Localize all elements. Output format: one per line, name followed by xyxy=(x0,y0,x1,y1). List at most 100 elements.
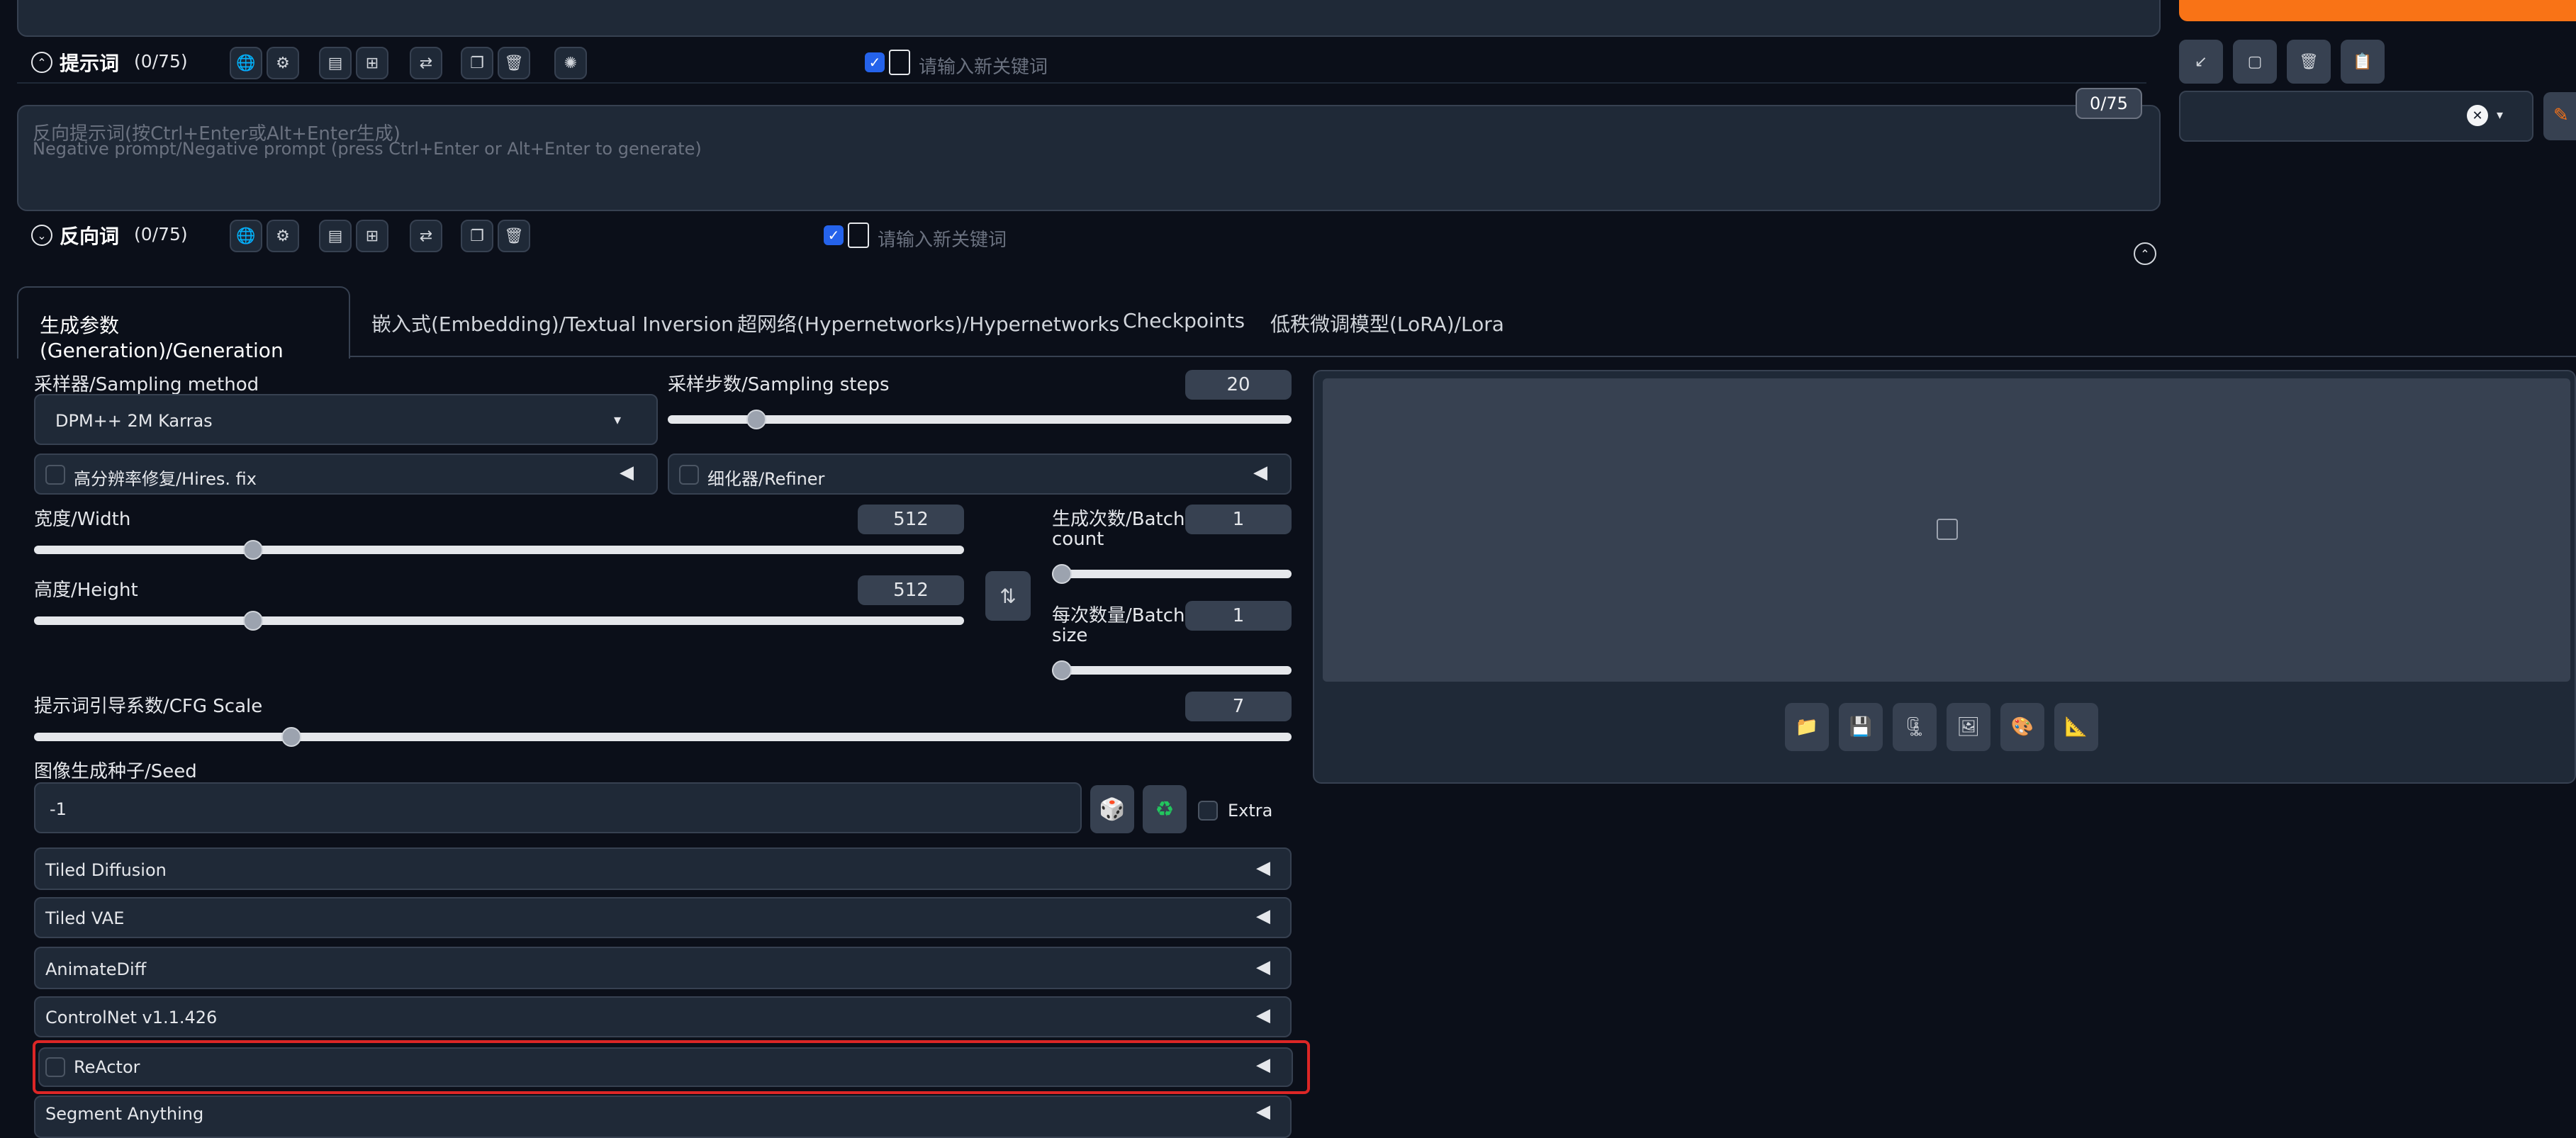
width-slider[interactable] xyxy=(34,540,964,560)
keyword-toggle-checkbox[interactable]: ✓ xyxy=(865,52,885,72)
bookmark-icon[interactable]: ⊞ xyxy=(356,47,388,79)
batch-size-slider[interactable] xyxy=(1052,660,1292,680)
square-icon[interactable]: ▢ xyxy=(2233,40,2277,84)
accordion-label: Tiled VAE xyxy=(45,908,125,928)
prompt-collapse[interactable]: ⌃ 提示词 xyxy=(31,48,119,77)
steps-input[interactable]: 20 xyxy=(1185,370,1292,400)
negative-keyword-toggle-checkbox[interactable]: ✓ xyxy=(824,225,844,245)
translate-icon[interactable]: ⇄ xyxy=(410,220,442,252)
batch-count-value: 1 xyxy=(1232,509,1245,530)
notebook-icon[interactable] xyxy=(848,222,869,248)
height-slider[interactable] xyxy=(34,611,964,631)
batch-size-label-line2: size xyxy=(1052,625,1088,646)
notebook-icon[interactable] xyxy=(889,50,910,75)
accordion-tiled-diffusion[interactable]: Tiled Diffusion ◀ xyxy=(34,847,1292,890)
openai-icon[interactable]: ✺ xyxy=(554,47,587,79)
batch-count-slider[interactable] xyxy=(1052,564,1292,584)
folder-icon[interactable]: 📁 xyxy=(1785,703,1829,751)
trash-icon[interactable]: 🗑 xyxy=(498,47,530,79)
arrow-down-left-icon[interactable]: ↙ xyxy=(2179,40,2223,84)
swap-dimensions-button[interactable]: ⇅ xyxy=(985,571,1031,621)
prompt-keyword-input[interactable]: 请输入新关键词 xyxy=(919,52,1048,79)
chevron-up-icon[interactable]: ⌃ xyxy=(2134,242,2156,265)
width-slider-thumb[interactable] xyxy=(243,540,264,560)
batch-count-slider-thumb[interactable] xyxy=(1052,564,1072,584)
negative-token-counter: 0/75 xyxy=(2076,88,2142,119)
prompt-textarea[interactable] xyxy=(17,0,2161,37)
caret-down-icon: ▾ xyxy=(614,411,622,428)
clear-icon[interactable]: ✕ xyxy=(2467,105,2488,126)
tab-hypernetworks[interactable]: 超网络(Hypernetworks)/Hypernetworks xyxy=(737,309,1119,337)
copy-icon[interactable]: ❐ xyxy=(461,220,493,252)
sampler-label: 采样器/Sampling method xyxy=(34,374,259,395)
height-input[interactable]: 512 xyxy=(858,575,964,605)
accordion-animatediff[interactable]: AnimateDiff ◀ xyxy=(34,947,1292,989)
tab-lora[interactable]: 低秩微调模型(LoRA)/Lora xyxy=(1270,309,1504,337)
refiner-checkbox[interactable] xyxy=(679,465,699,485)
output-panel: 📁 💾 🗜 🖼 🎨 📐 xyxy=(1313,370,2576,784)
gear-icon[interactable]: ⚙ xyxy=(267,220,299,252)
reuse-seed-button[interactable]: ♻ xyxy=(1143,785,1187,833)
cfg-slider[interactable] xyxy=(34,727,1292,747)
document-edit-icon[interactable]: ▤ xyxy=(319,220,352,252)
image-icon[interactable]: 🖼 xyxy=(1947,703,1990,751)
styles-dropdown[interactable]: ✕ ▾ xyxy=(2179,91,2533,142)
accordion-segment-anything[interactable]: Segment Anything ◀ xyxy=(34,1095,1292,1138)
collapse-triangle-icon: ◀ xyxy=(1256,906,1270,927)
batch-count-input[interactable]: 1 xyxy=(1185,505,1292,534)
accordion-tiled-vae[interactable]: Tiled VAE ◀ xyxy=(34,897,1292,938)
negative-placeholder-line2: Negative prompt/Negative prompt (press C… xyxy=(33,139,702,159)
copy-icon[interactable]: ❐ xyxy=(461,47,493,79)
hires-fix-accordion[interactable]: 高分辨率修复/Hires. fix ◀ xyxy=(34,453,658,495)
cfg-slider-thumb[interactable] xyxy=(281,727,302,747)
translate-icon[interactable]: ⇄ xyxy=(410,47,442,79)
ruler-icon[interactable]: 📐 xyxy=(2054,703,2098,751)
reactor-checkbox[interactable] xyxy=(45,1057,65,1077)
globe-icon[interactable]: 🌐 xyxy=(230,220,262,252)
seed-input[interactable]: -1 xyxy=(34,782,1082,833)
tab-generation-label: 生成参数(Generation)/Generation xyxy=(40,314,284,362)
batch-size-slider-thumb[interactable] xyxy=(1052,660,1072,680)
extra-seed-checkbox[interactable] xyxy=(1198,801,1218,821)
width-value: 512 xyxy=(893,509,929,530)
batch-count-label-line2: count xyxy=(1052,529,1104,550)
chevron-up-icon: ⌃ xyxy=(31,52,52,73)
save-icon[interactable]: 💾 xyxy=(1839,703,1883,751)
refiner-accordion[interactable]: 细化器/Refiner ◀ xyxy=(668,453,1292,495)
gear-icon[interactable]: ⚙ xyxy=(267,47,299,79)
negative-keyword-input[interactable]: 请输入新关键词 xyxy=(878,225,1007,252)
collapse-triangle-icon: ◀ xyxy=(1256,957,1270,978)
accordion-reactor[interactable]: ReActor ◀ xyxy=(38,1047,1293,1087)
zip-icon[interactable]: 🗜 xyxy=(1893,703,1937,751)
hires-fix-checkbox[interactable] xyxy=(45,465,65,485)
sampler-select[interactable]: DPM++ 2M Karras ▾ xyxy=(34,394,658,445)
trash-icon[interactable]: 🗑 xyxy=(498,220,530,252)
seed-value: -1 xyxy=(50,799,67,819)
width-input[interactable]: 512 xyxy=(858,505,964,534)
palette-icon[interactable]: 🎨 xyxy=(2000,703,2044,751)
globe-icon[interactable]: 🌐 xyxy=(230,47,262,79)
trash-icon[interactable]: 🗑 xyxy=(2287,40,2331,84)
clipboard-icon[interactable]: 📋 xyxy=(2341,40,2385,84)
cfg-input[interactable]: 7 xyxy=(1185,692,1292,721)
output-image-area[interactable] xyxy=(1323,378,2570,682)
document-edit-icon[interactable]: ▤ xyxy=(319,47,352,79)
random-seed-button[interactable]: 🎲 xyxy=(1090,785,1134,833)
batch-size-input[interactable]: 1 xyxy=(1185,601,1292,631)
accordion-label: ReActor xyxy=(74,1057,140,1077)
height-slider-thumb[interactable] xyxy=(243,611,264,631)
negative-prompt-textarea[interactable]: 反向提示词(按Ctrl+Enter或Alt+Enter生成) Negative … xyxy=(17,105,2161,211)
generate-button[interactable] xyxy=(2179,0,2576,21)
bookmark-icon[interactable]: ⊞ xyxy=(356,220,388,252)
height-value: 512 xyxy=(893,580,929,601)
tab-textual-inversion[interactable]: 嵌入式(Embedding)/Textual Inversion xyxy=(371,309,734,337)
steps-slider[interactable] xyxy=(668,410,1292,429)
tab-checkpoints[interactable]: Checkpoints xyxy=(1123,309,1245,332)
accordion-controlnet[interactable]: ControlNet v1.1.426 ◀ xyxy=(34,996,1292,1037)
negative-collapse[interactable]: ⌄ 反向词 xyxy=(31,221,119,249)
steps-slider-thumb[interactable] xyxy=(746,410,766,429)
tab-generation[interactable]: 生成参数(Generation)/Generation xyxy=(17,286,350,362)
recycle-icon: ♻ xyxy=(1155,796,1175,822)
edit-styles-button[interactable]: ✎ xyxy=(2543,92,2576,140)
collapse-triangle-icon: ◀ xyxy=(1256,857,1270,879)
